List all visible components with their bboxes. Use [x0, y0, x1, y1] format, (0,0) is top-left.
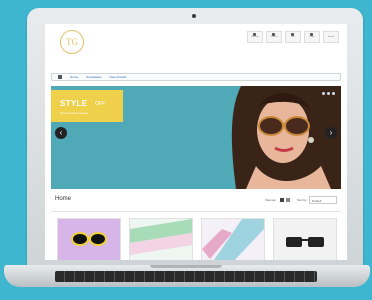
account-icon: [253, 33, 256, 36]
list-view-icon[interactable]: [286, 198, 290, 202]
view-as-label: View as: [265, 198, 276, 202]
login-icon: [310, 33, 313, 36]
main-navbar: Home Sunglasses New Arrivals: [51, 73, 341, 81]
top-link-wishlist[interactable]: Wishlist: [266, 31, 282, 43]
top-link-cart[interactable]: Cart: [285, 31, 301, 43]
top-link-search[interactable]: Search: [323, 31, 339, 43]
slide-dots[interactable]: [322, 92, 335, 95]
pastel-product-icon: [202, 219, 264, 260]
wishlist-icon: [272, 33, 275, 36]
promo-off: OFF: [95, 101, 105, 107]
hero-slider[interactable]: STYLE OFF Summer sale on eyewear ‹ ›: [51, 86, 341, 189]
cart-icon: [291, 33, 294, 36]
promo-banner[interactable]: STYLE OFF Summer sale on eyewear: [51, 90, 123, 122]
slider-next-button[interactable]: ›: [325, 127, 337, 139]
slider-prev-button[interactable]: ‹: [55, 127, 67, 139]
nav-item-home[interactable]: Home: [70, 75, 78, 79]
product-card[interactable]: [57, 218, 121, 260]
sort-by-label: Sort by: [297, 198, 307, 202]
product-grid: [57, 218, 339, 260]
sort-select[interactable]: Default: [309, 196, 337, 204]
promo-subtitle: Summer sale on eyewear: [60, 112, 89, 115]
home-icon[interactable]: [58, 75, 62, 79]
site-logo[interactable]: TG: [60, 30, 84, 54]
listing-toolbar: Home View as Sort by Default: [51, 196, 341, 208]
top-links: Account Wishlist Cart Login Search: [247, 31, 339, 43]
laptop-keyboard: [55, 271, 317, 282]
site-header: TG Account Wishlist Cart Login Search: [45, 24, 347, 68]
product-card[interactable]: [201, 218, 265, 260]
laptop-hinge: [150, 265, 222, 268]
nav-item-sunglasses[interactable]: Sunglasses: [86, 75, 102, 79]
hero-model-image: [231, 86, 341, 189]
product-card[interactable]: [273, 218, 337, 260]
nav-item-new-arrivals[interactable]: New Arrivals: [110, 75, 127, 79]
pastel-product-icon: [130, 219, 192, 260]
page-title: Home: [55, 196, 72, 202]
top-link-account[interactable]: Account: [247, 31, 263, 43]
laptop-screen: TG Account Wishlist Cart Login Search Ho…: [45, 24, 347, 260]
top-link-login[interactable]: Login: [304, 31, 320, 43]
camera-icon: [192, 14, 196, 18]
sunglasses-product-icon: [58, 219, 120, 260]
grid-view-icon[interactable]: [280, 198, 284, 202]
sunglasses-product-icon: [274, 219, 336, 260]
divider: [51, 211, 341, 212]
promo-title: STYLE: [60, 99, 88, 108]
product-card[interactable]: [129, 218, 193, 260]
